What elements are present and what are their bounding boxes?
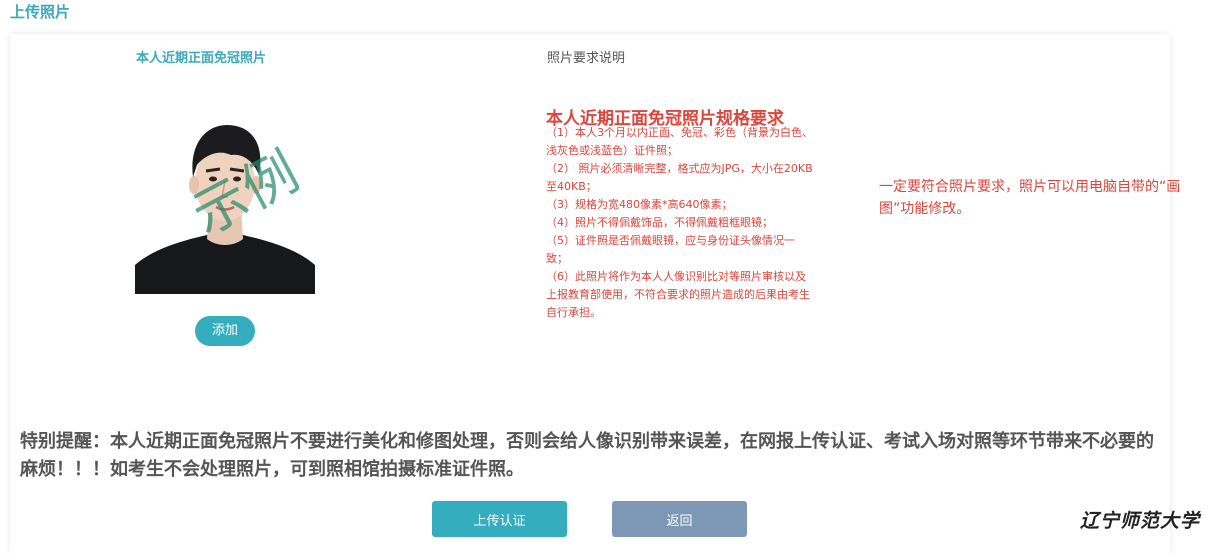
photo-heading: 本人近期正面免冠照片 (136, 51, 267, 66)
portrait-image (135, 115, 315, 294)
spec-item: （4）照片不得佩戴饰品，不得佩戴粗框眼镜； (546, 216, 773, 229)
page-title: 上传照片 (10, 3, 71, 21)
special-reminder: 特别提醒：本人近期正面免冠照片不要进行美化和修图处理，否则会给人像识别带来误差，… (20, 431, 1154, 480)
spec-item: （3）规格为宽480像素*高640像素； (546, 198, 733, 211)
requirements-heading: 照片要求说明 (547, 51, 626, 66)
upload-verify-button[interactable]: 上传认证 (432, 501, 567, 537)
university-logo: 辽宁师范大学 (1080, 510, 1201, 532)
side-note: 一定要符合照片要求，照片可以用电脑自带的“画图”功能修改。 (879, 179, 1181, 217)
spec-list: （1）本人3个月以内正面、免冠、彩色（背景为白色、浅灰色或浅蓝色）证件照； （2… (546, 124, 816, 322)
back-button[interactable]: 返回 (612, 501, 747, 537)
add-photo-button[interactable]: 添加 (195, 316, 255, 346)
spec-item: （6）此照片将作为本人人像识别比对等照片审核以及上报教育部使用，不符合要求的照片… (546, 270, 810, 319)
spec-item: （2） 照片必须清晰完整，格式应为JPG，大小在20KB至40KB； (546, 162, 813, 193)
spec-item: （1）本人3个月以内正面、免冠、彩色（背景为白色、浅灰色或浅蓝色）证件照； (546, 126, 813, 157)
spec-item: （5）证件照是否佩戴眼镜，应与身份证头像情况一致； (546, 234, 795, 265)
sample-photo (135, 115, 315, 294)
